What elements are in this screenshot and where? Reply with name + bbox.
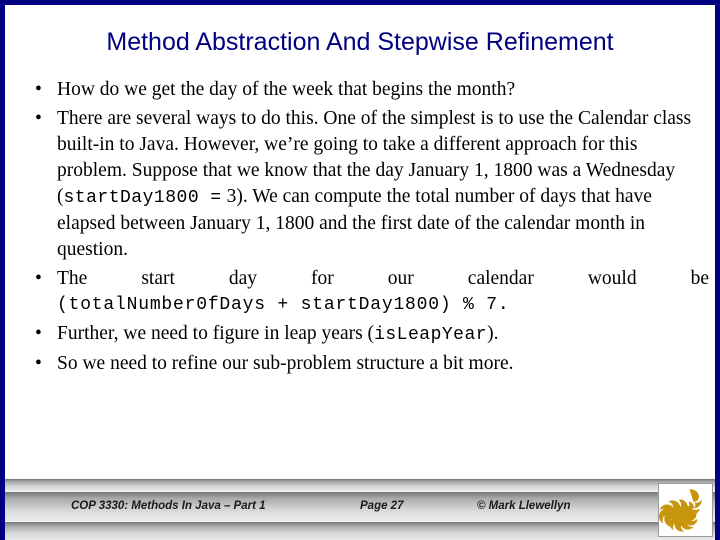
footer-page-number: Page 27 [360,500,404,512]
footer-band-bottom [5,521,715,540]
bullet-marker-icon: • [35,353,42,374]
footer-band-top [5,478,715,492]
bullet-text-4-part2: ). [487,323,499,344]
footer-text-row: COP 3330: Methods In Java – Part 1 Page … [5,491,665,521]
bullet-item-3: • The start day for our calendar would b… [19,266,709,318]
code-is-leap-year: isLeapYear [374,325,488,345]
bullet-marker-icon: • [35,268,42,289]
code-total-number-of-days: (totalNumber0fDays + startDay1800) % 7. [57,295,510,315]
footer-copyright: © Mark Llewellyn [477,500,571,512]
bullet-item-2: • There are several ways to do this. One … [19,106,709,263]
bullet-text-5: So we need to refine our sub-problem str… [57,353,514,374]
slide-footer: COP 3330: Methods In Java – Part 1 Page … [5,478,715,540]
page-title: Method Abstraction And Stepwise Refineme… [106,28,614,56]
bullet-marker-icon: • [35,108,42,129]
bullet-marker-icon: • [35,323,42,344]
bullet-item-1: • How do we get the day of the week that… [19,77,709,103]
slide-canvas: Method Abstraction And Stepwise Refineme… [0,0,720,540]
bullet-text-4-part1: Further, we need to figure in leap years… [57,323,375,344]
slide-body: • How do we get the day of the week that… [19,77,709,380]
bullet-text-1: How do we get the day of the week that b… [57,79,516,100]
bullet-marker-icon: • [35,79,42,100]
ucf-pegasus-logo [658,483,713,537]
footer-course-label: COP 3330: Methods In Java – Part 1 [71,500,266,512]
bullet-item-5: • So we need to refine our sub-problem s… [19,351,709,377]
bullet-item-4: • Further, we need to figure in leap year… [19,321,709,348]
code-start-day-1800: startDay1800 = [63,188,222,208]
bullet-text-3-line1: The start day for our calendar would be [57,268,709,289]
